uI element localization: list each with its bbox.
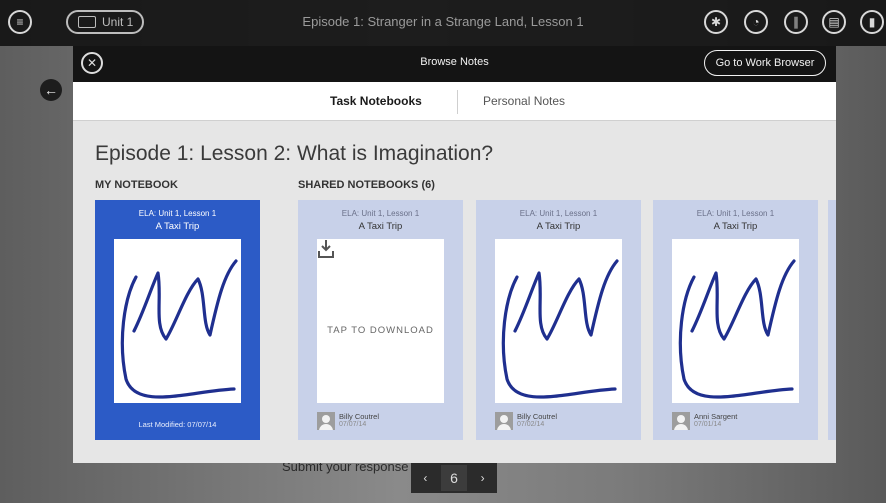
notebook-thumbnail	[672, 239, 799, 403]
shared-notebook-card[interactable]: ELA: Unit 1, Lesson 1 A Taxi Trip Billy …	[476, 200, 641, 440]
notes-icon[interactable]: ▤	[822, 10, 846, 34]
avatar-icon	[672, 412, 690, 430]
card-title: A Taxi Trip	[713, 221, 758, 232]
scribble-drawing	[678, 259, 796, 399]
download-placeholder[interactable]: TAP TO DOWNLOAD	[317, 239, 444, 403]
library-icon[interactable]: ∥	[784, 10, 808, 34]
palette-icon[interactable]: ✱	[704, 10, 728, 34]
card-title: A Taxi Trip	[536, 221, 581, 232]
back-arrow-icon[interactable]: ←	[40, 79, 62, 101]
author-name: Billy Coutrel	[517, 412, 558, 421]
author-name: Anni Sargent	[694, 412, 738, 421]
go-to-work-browser-button[interactable]: Go to Work Browser	[704, 50, 826, 76]
clipboard-icon[interactable]: ▮	[860, 10, 884, 34]
shared-notebook-card[interactable]: ELA: Unit 1, Lesson 1 A Taxi Trip Anni S…	[653, 200, 818, 440]
notebook-thumbnail	[495, 239, 622, 403]
pager-current-page: 6	[440, 465, 467, 491]
next-card-peek[interactable]	[828, 200, 836, 440]
pager-prev-button[interactable]: ‹	[412, 465, 438, 491]
author-name: Billy Coutrel	[339, 412, 380, 421]
pager-next-button[interactable]: ›	[470, 465, 496, 491]
lesson-title: Episode 1: Lesson 2: What is Imagination…	[95, 142, 494, 165]
tab-bar: Task Notebooks Personal Notes	[73, 82, 836, 121]
scribble-drawing	[120, 259, 238, 399]
scribble-drawing	[501, 259, 619, 399]
card-title: A Taxi Trip	[358, 221, 403, 232]
tap-to-download-label: TAP TO DOWNLOAD	[327, 325, 434, 336]
tab-task-notebooks[interactable]: Task Notebooks	[330, 94, 422, 108]
card-title: A Taxi Trip	[155, 221, 200, 232]
top-app-bar: ≡ Unit 1 Episode 1: Stranger in a Strang…	[0, 0, 886, 46]
card-subtitle: ELA: Unit 1, Lesson 1	[519, 209, 598, 218]
my-notebook-card[interactable]: ELA: Unit 1, Lesson 1 A Taxi Trip Last M…	[95, 200, 260, 440]
author-date: 07/02/14	[517, 421, 545, 428]
download-icon	[318, 240, 334, 258]
my-notebook-label: MY NOTEBOOK	[95, 179, 178, 191]
shared-notebooks-label: SHARED NOTEBOOKS (6)	[298, 179, 435, 191]
card-subtitle: ELA: Unit 1, Lesson 1	[341, 209, 420, 218]
card-subtitle: ELA: Unit 1, Lesson 1	[696, 209, 775, 218]
tab-personal-notes[interactable]: Personal Notes	[483, 94, 565, 108]
shared-notebook-card[interactable]: ELA: Unit 1, Lesson 1 A Taxi Trip TAP TO…	[298, 200, 463, 440]
pager: ‹ 6 ›	[411, 463, 497, 493]
author-date: 07/01/14	[694, 421, 722, 428]
browse-notes-modal: ✕ Browse Notes Go to Work Browser Task N…	[73, 46, 836, 463]
last-modified: Last Modified: 07/07/14	[138, 420, 217, 429]
card-subtitle: ELA: Unit 1, Lesson 1	[138, 209, 217, 218]
compass-icon[interactable]: ◔	[744, 10, 768, 34]
tab-divider	[457, 90, 458, 114]
avatar-icon	[317, 412, 335, 430]
modal-header: ✕ Browse Notes Go to Work Browser	[73, 46, 836, 82]
notebook-thumbnail	[114, 239, 241, 403]
avatar-icon	[495, 412, 513, 430]
author-date: 07/07/14	[339, 421, 367, 428]
